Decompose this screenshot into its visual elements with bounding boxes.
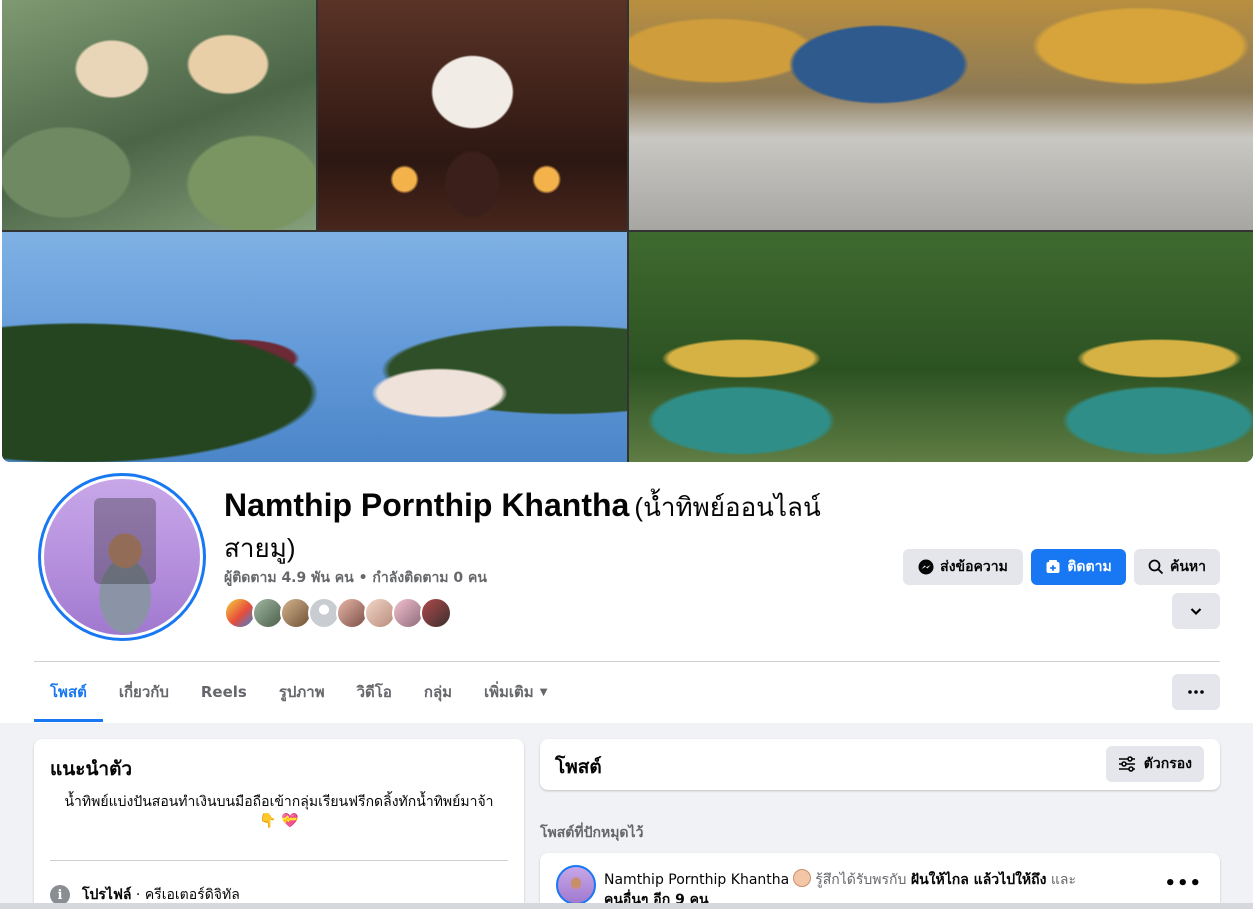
tab-label: Reels	[200, 683, 247, 701]
cover-tile-naga-gate	[629, 232, 1253, 462]
tab-reels[interactable]: Reels	[185, 662, 263, 722]
post-author-avatar[interactable]	[556, 865, 596, 905]
cover-tile-deities	[2, 0, 316, 230]
avatar-border	[41, 476, 203, 638]
profile-name-main: Namthip Pornthip Khantha	[224, 487, 630, 523]
message-button[interactable]: ส่งข้อความ	[903, 549, 1023, 585]
intro-bio-text: น้ำทิพย์แบ่งปันสอนทำเงินบนมือถือเข้ากลุ่…	[64, 794, 494, 810]
search-button-label: ค้นหา	[1169, 559, 1207, 575]
tab-label: โพสต์	[50, 683, 87, 701]
tab-videos[interactable]: วิดีโอ	[341, 662, 408, 722]
post-and: และ	[1050, 872, 1077, 888]
message-button-label: ส่งข้อความ	[940, 559, 1008, 575]
more-options-button[interactable]	[1172, 674, 1220, 710]
pinned-post-card: Namthip Pornthip Khantha รู้สึกได้รับพรกั…	[540, 853, 1220, 909]
profile-name-alt-2: สายมู)	[224, 533, 296, 563]
post-feeling: รู้สึกได้รับพรกับ	[815, 872, 907, 888]
posts-title: โพสต์	[555, 756, 602, 778]
post-author-name[interactable]: Namthip Pornthip Khantha	[604, 872, 789, 888]
search-icon	[1148, 559, 1164, 575]
tab-label: เพิ่มเติม	[484, 683, 534, 701]
cover-tile-hermit	[318, 0, 627, 230]
follower-avatar[interactable]	[420, 597, 452, 629]
follower-count[interactable]: ผู้ติดตาม 4.9 พัน คน • กำลังติดตาม 0 คน	[224, 567, 487, 589]
chevron-down-icon	[1190, 608, 1202, 616]
search-button[interactable]: ค้นหา	[1134, 549, 1220, 585]
tab-groups[interactable]: กลุ่ม	[408, 662, 468, 722]
cover-tile-temple	[629, 0, 1253, 230]
tab-label: วิดีโอ	[356, 683, 392, 701]
filter-icon	[1118, 756, 1135, 772]
profile-page: Namthip Pornthip Khantha (น้ำทิพย์ออนไลน…	[0, 0, 1253, 909]
profile-avatar[interactable]	[38, 473, 206, 641]
messenger-icon	[918, 559, 934, 575]
filter-button[interactable]: ตัวกรอง	[1105, 746, 1204, 782]
tab-about[interactable]: เกี่ยวกับ	[103, 662, 185, 722]
intro-bio: น้ำทิพย์แบ่งปันสอนทำเงินบนมือถือเข้ากลุ่…	[50, 793, 508, 831]
intro-card: แนะนำตัว น้ำทิพย์แบ่งปันสอนทำเงินบนมือถื…	[34, 739, 524, 909]
intro-profile-value: · ครีเอเตอร์ดิจิทัล	[131, 887, 240, 903]
intro-divider	[50, 860, 508, 861]
tab-posts[interactable]: โพสต์	[34, 662, 103, 722]
follow-icon	[1046, 560, 1060, 573]
follow-button[interactable]: ติดตาม	[1031, 549, 1126, 585]
post-tagged-name[interactable]: ฝันให้ไกล แล้วไปให้ถึง	[911, 872, 1047, 888]
follower-avatars[interactable]	[224, 597, 464, 629]
intro-profile-label: โปรไฟล์	[82, 887, 132, 903]
posts-header-card: โพสต์ ตัวกรอง	[540, 739, 1220, 790]
tab-label: กลุ่ม	[423, 683, 453, 701]
cover-photo[interactable]	[2, 0, 1253, 462]
cover-tile-naga-sky	[2, 232, 627, 462]
post-more-icon[interactable]: •••	[1164, 873, 1202, 894]
profile-name-alt-1: (น้ำทิพย์ออนไลน์	[634, 492, 821, 522]
intro-title: แนะนำตัว	[50, 758, 133, 780]
profile-name: Namthip Pornthip Khantha (น้ำทิพย์ออนไลน…	[224, 486, 864, 569]
intro-bio-emoji: 👇 💝	[259, 813, 299, 829]
caret-down-icon: ▼	[539, 686, 548, 698]
window-bottom-edge	[0, 903, 1253, 909]
avatar-image	[44, 479, 200, 635]
tab-photos[interactable]: รูปภาพ	[263, 662, 341, 722]
tab-label: เกี่ยวกับ	[118, 683, 169, 701]
follow-button-label: ติดตาม	[1067, 559, 1112, 575]
profile-options-dropdown[interactable]	[1172, 593, 1220, 629]
profile-tabs: โพสต์ เกี่ยวกับ Reels รูปภาพ วิดีโอ กลุ่…	[34, 662, 563, 722]
more-icon	[1188, 690, 1204, 694]
filter-button-label: ตัวกรอง	[1143, 756, 1192, 772]
info-icon: i	[50, 885, 70, 905]
tab-label: รูปภาพ	[278, 683, 325, 701]
tab-more[interactable]: เพิ่มเติม ▼	[468, 662, 563, 722]
feeling-emoji-icon	[793, 869, 812, 887]
pinned-posts-label: โพสต์ที่ปักหมุดไว้	[540, 825, 644, 841]
